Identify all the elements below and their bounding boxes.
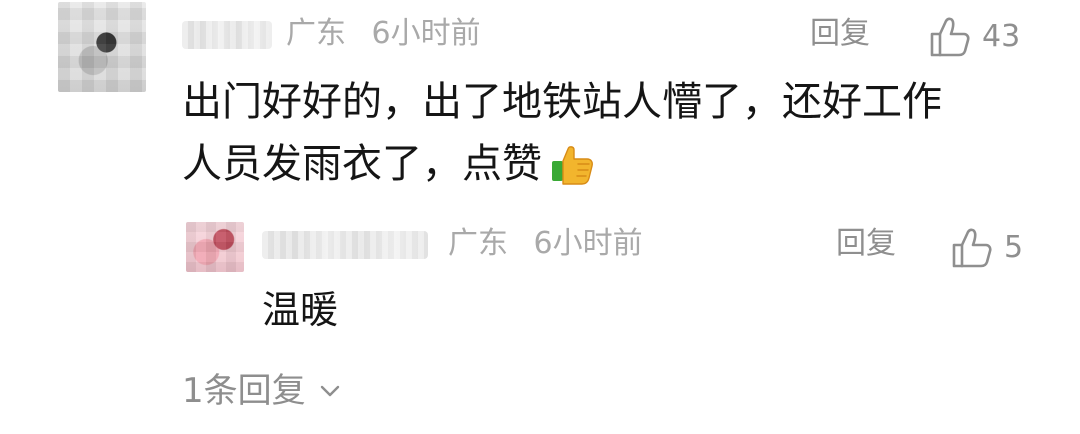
reply-meta: 广东 6小时前 bbox=[448, 229, 643, 259]
reply-avatar[interactable] bbox=[186, 222, 244, 272]
avatar[interactable] bbox=[58, 2, 146, 92]
comment-location: 广东 bbox=[286, 16, 346, 51]
thumb-up-icon bbox=[948, 227, 994, 269]
like-button[interactable]: 43 bbox=[926, 16, 1020, 58]
chevron-down-icon bbox=[320, 384, 340, 398]
reply-reply-button[interactable]: 回复 bbox=[836, 229, 896, 259]
comment-time: 6小时前 bbox=[371, 16, 481, 51]
username-blurred[interactable] bbox=[182, 21, 272, 49]
reply-username-blurred[interactable] bbox=[262, 231, 428, 259]
comment-meta: 广东 6小时前 bbox=[286, 19, 481, 49]
reply-like-count: 5 bbox=[1004, 230, 1024, 265]
comment-text-line-2-text: 人员发雨衣了，点赞 bbox=[182, 141, 542, 187]
reply-time: 6小时前 bbox=[533, 226, 643, 261]
reply-button[interactable]: 回复 bbox=[810, 19, 870, 49]
expand-replies-button[interactable]: 1条回复 bbox=[182, 374, 340, 408]
comment-text-line-1: 出门好好的，出了地铁站人懵了，还好工作 bbox=[182, 79, 942, 125]
thumb-up-icon bbox=[926, 16, 972, 58]
comment-text-line-2: 人员发雨衣了，点赞 bbox=[182, 134, 596, 194]
reply-location: 广东 bbox=[448, 226, 508, 261]
expand-replies-label: 1条回复 bbox=[182, 371, 306, 411]
thumbs-up-emoji-icon bbox=[550, 143, 596, 187]
like-count: 43 bbox=[982, 19, 1021, 54]
reply-like-button[interactable]: 5 bbox=[948, 227, 1023, 269]
reply-text: 温暖 bbox=[262, 288, 339, 332]
